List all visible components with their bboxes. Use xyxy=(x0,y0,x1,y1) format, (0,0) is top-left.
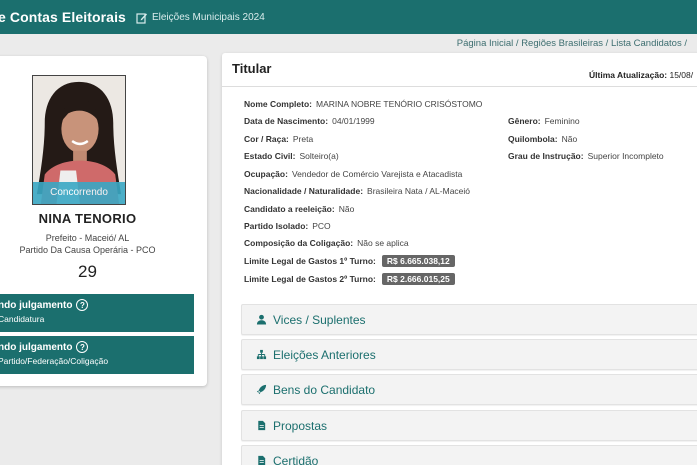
field-label: Composição da Coligação: xyxy=(244,238,354,248)
section-label: Eleições Anteriores xyxy=(273,347,376,362)
field-label: Data de Nascimento: xyxy=(244,116,329,126)
hierarchy-icon xyxy=(256,349,267,360)
field-label: Quilombola: xyxy=(508,134,558,144)
help-icon[interactable]: ? xyxy=(76,341,89,353)
money-badge: R$ 2.666.015,25 xyxy=(381,273,455,285)
field-label: Ocupação: xyxy=(244,169,288,179)
field-limite-1-turno: Limite Legal de Gastos 1º Turno: R$ 6.665… xyxy=(244,255,455,267)
field-label: Nome Completo: xyxy=(244,99,312,109)
document-icon xyxy=(256,420,267,431)
judgment-title: ndo julgamento xyxy=(0,341,73,353)
money-badge: R$ 6.665.038,12 xyxy=(381,255,455,267)
field-label: Gênero: xyxy=(508,116,541,126)
judgment-status-candidacy[interactable]: ndo julgamento? Candidatura xyxy=(0,294,194,332)
field-label: Candidato a reeleição: xyxy=(244,204,335,214)
last-update-label: Última Atualização: xyxy=(589,70,668,80)
field-value: Feminino xyxy=(544,116,580,126)
section-label: Propostas xyxy=(273,418,328,433)
section-certidao[interactable]: Certidão xyxy=(241,445,697,465)
field-value: Superior Incompleto xyxy=(587,151,664,161)
judgment-title: ndo julgamento xyxy=(0,299,73,311)
field-coligacao: Composição da Coligação: Não se aplica xyxy=(244,238,409,248)
field-value: 04/01/1999 xyxy=(332,116,375,126)
field-limite-2-turno: Limite Legal de Gastos 2º Turno: R$ 2.666… xyxy=(244,273,455,285)
candidate-photo: Concorrendo xyxy=(32,75,126,205)
breadcrumb[interactable]: Página Inicial / Regiões Brasileiras / L… xyxy=(457,38,687,49)
section-bens-candidato[interactable]: Bens do Candidato xyxy=(241,374,697,405)
field-genero: Gênero: Feminino xyxy=(508,116,580,126)
help-icon[interactable]: ? xyxy=(76,299,89,311)
field-label: Nacionalidade / Naturalidade: xyxy=(244,186,364,196)
edit-icon xyxy=(136,11,148,24)
app-title[interactable]: e Contas Eleitorais xyxy=(0,9,126,25)
field-value: Preta xyxy=(292,134,314,144)
field-ocupacao: Ocupação: Vendedor de Comércio Varejista … xyxy=(244,169,462,179)
user-icon xyxy=(256,314,267,325)
section-propostas[interactable]: Propostas xyxy=(241,410,697,441)
field-reeleicao: Candidato a reeleição: Não xyxy=(244,204,354,214)
candidate-number: 29 xyxy=(78,262,97,281)
last-update-value: 15/08/ xyxy=(669,70,694,80)
section-vices-suplentes[interactable]: Vices / Suplentes xyxy=(241,304,697,335)
field-instrucao: Grau de Instrução: Superior Incompleto xyxy=(508,151,664,161)
field-label: Limite Legal de Gastos 2º Turno: xyxy=(244,274,376,284)
top-bar: e Contas Eleitorais Eleições Municipais … xyxy=(0,0,697,34)
field-label: Limite Legal de Gastos 1º Turno: xyxy=(244,256,376,266)
section-eleicoes-anteriores[interactable]: Eleições Anteriores xyxy=(241,339,697,370)
field-value: MARINA NOBRE TENÓRIO CRISÓSTOMO xyxy=(316,99,483,109)
section-label: Vices / Suplentes xyxy=(273,312,366,327)
candidate-name: NINA TENORIO xyxy=(38,211,137,226)
judgment-subtitle: Candidatura xyxy=(0,314,45,324)
section-label: Certidão xyxy=(273,453,319,465)
candidate-card: Concorrendo NINA TENORIO Prefeito - Mace… xyxy=(0,56,207,386)
field-nascimento: Data de Nascimento: 04/01/1999 xyxy=(244,116,375,126)
field-value: Solteiro(a) xyxy=(299,151,339,161)
rocket-icon xyxy=(256,384,267,395)
judgment-subtitle: Partido/Federação/Coligação xyxy=(0,356,109,366)
field-partido-isolado: Partido Isolado: PCO xyxy=(244,221,331,231)
field-value: Não xyxy=(338,204,355,214)
titular-card: Titular Última Atualização: 15/08/ Nome … xyxy=(222,53,697,465)
field-label: Estado Civil: xyxy=(244,151,296,161)
status-badge: Concorrendo xyxy=(33,182,125,204)
field-nacionalidade: Nacionalidade / Naturalidade: Brasileira … xyxy=(244,186,470,196)
candidate-office: Prefeito - Maceió/ AL xyxy=(45,233,130,243)
field-value: Não xyxy=(561,134,578,144)
divider xyxy=(222,86,697,87)
field-value: PCO xyxy=(312,221,331,231)
field-quilombola: Quilombola: Não xyxy=(508,134,577,144)
section-title: Titular xyxy=(232,61,272,76)
field-cor: Cor / Raça: Preta xyxy=(244,134,313,144)
last-update: Última Atualização: 15/08/ xyxy=(589,70,693,80)
document-icon xyxy=(256,455,267,465)
section-label: Bens do Candidato xyxy=(273,382,376,397)
field-estado-civil: Estado Civil: Solteiro(a) xyxy=(244,151,339,161)
candidate-party: Partido Da Causa Operária - PCO xyxy=(19,245,156,255)
field-label: Partido Isolado: xyxy=(244,221,309,231)
field-value: Brasileira Nata / AL-Maceió xyxy=(367,186,471,196)
judgment-status-party[interactable]: ndo julgamento? Partido/Federação/Coliga… xyxy=(0,336,194,374)
field-value: Não se aplica xyxy=(357,238,409,248)
election-label[interactable]: Eleições Municipais 2024 xyxy=(152,12,265,23)
field-value: Vendedor de Comércio Varejista e Atacadi… xyxy=(291,169,463,179)
field-label: Cor / Raça: xyxy=(244,134,289,144)
field-nome: Nome Completo: MARINA NOBRE TENÓRIO CRISÓ… xyxy=(244,99,482,109)
field-label: Grau de Instrução: xyxy=(508,151,584,161)
